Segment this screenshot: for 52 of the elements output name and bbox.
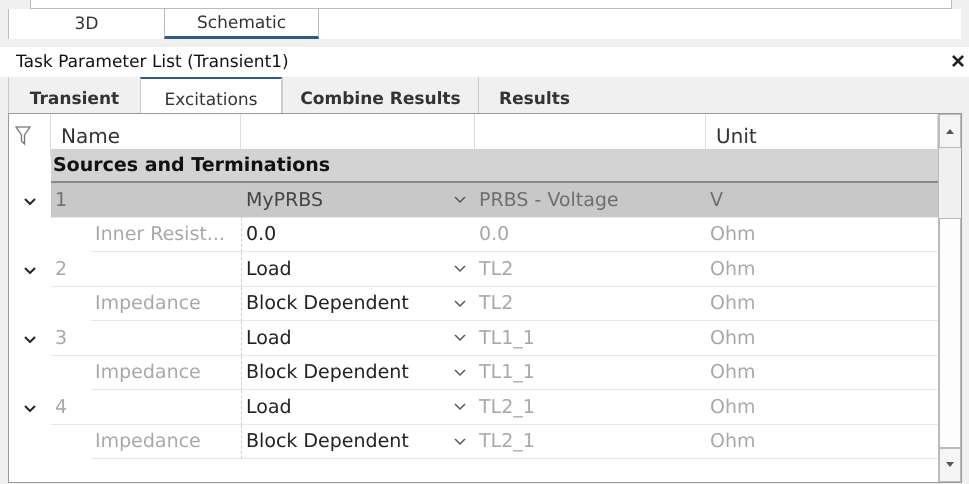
dropdown-chevron-icon[interactable] [453,401,467,412]
value-text[interactable]: Block Dependent [246,430,409,452]
type-text: TL1_1 [479,361,535,384]
value-text[interactable]: 0.0 [246,223,276,246]
down-arrow-icon [946,462,954,468]
view-tab[interactable]: Schematic [164,9,319,39]
unit-text: Ohm [710,258,756,280]
scroll-down-button[interactable] [939,448,961,482]
parameter-name: Impedance [95,292,201,314]
dropdown-chevron-icon[interactable] [453,436,467,447]
unit-text: Ohm [710,223,756,246]
group-header: Sources and Terminations [51,148,938,183]
column-header[interactable]: Unit [716,124,757,148]
unit-text: Ohm [710,361,756,384]
dropdown-chevron-icon[interactable] [453,366,467,378]
type-text: TL1_1 [479,326,535,349]
row-number: 2 [55,258,68,280]
scroll-up-button[interactable] [939,114,961,148]
row-number: 4 [55,396,68,418]
dropdown-chevron-icon[interactable] [453,332,467,344]
type-text: TL2 [479,258,514,280]
up-arrow-icon [946,128,954,134]
value-text[interactable]: Load [246,396,292,418]
value-text[interactable]: Load [246,326,292,349]
type-text: TL2_1 [479,430,535,452]
dropdown-chevron-icon[interactable] [453,298,467,309]
unit-text: V [710,188,723,211]
type-text: TL2 [479,292,514,314]
value-text[interactable]: Block Dependent [246,292,409,314]
scrollbar-thumb[interactable] [939,218,961,448]
parameter-name: Impedance [95,430,201,452]
panel-title: Task Parameter List (Transient1) [16,52,289,72]
type-text: 0.0 [479,223,510,246]
value-text[interactable]: Block Dependent [246,361,409,384]
view-tab[interactable]: 3D [9,9,164,39]
row-number: 3 [55,326,68,349]
close-button[interactable]: × [950,50,965,74]
type-text: PRBS - Voltage [479,188,619,211]
parameter-name: Impedance [95,361,201,384]
unit-text: Ohm [710,430,756,452]
parameter-name: Inner Resist... [95,223,225,246]
unit-text: Ohm [710,396,756,418]
tab[interactable]: Excitations [140,77,282,113]
row-number: 1 [55,188,68,211]
dropdown-chevron-icon[interactable] [453,194,467,206]
column-header[interactable]: Name [61,124,120,148]
type-text: TL2_1 [479,396,535,418]
unit-text: Ohm [710,292,756,314]
value-text[interactable]: Load [246,258,292,280]
dropdown-chevron-icon[interactable] [453,263,467,274]
unit-text: Ohm [710,326,756,349]
filter-icon[interactable] [15,126,31,146]
